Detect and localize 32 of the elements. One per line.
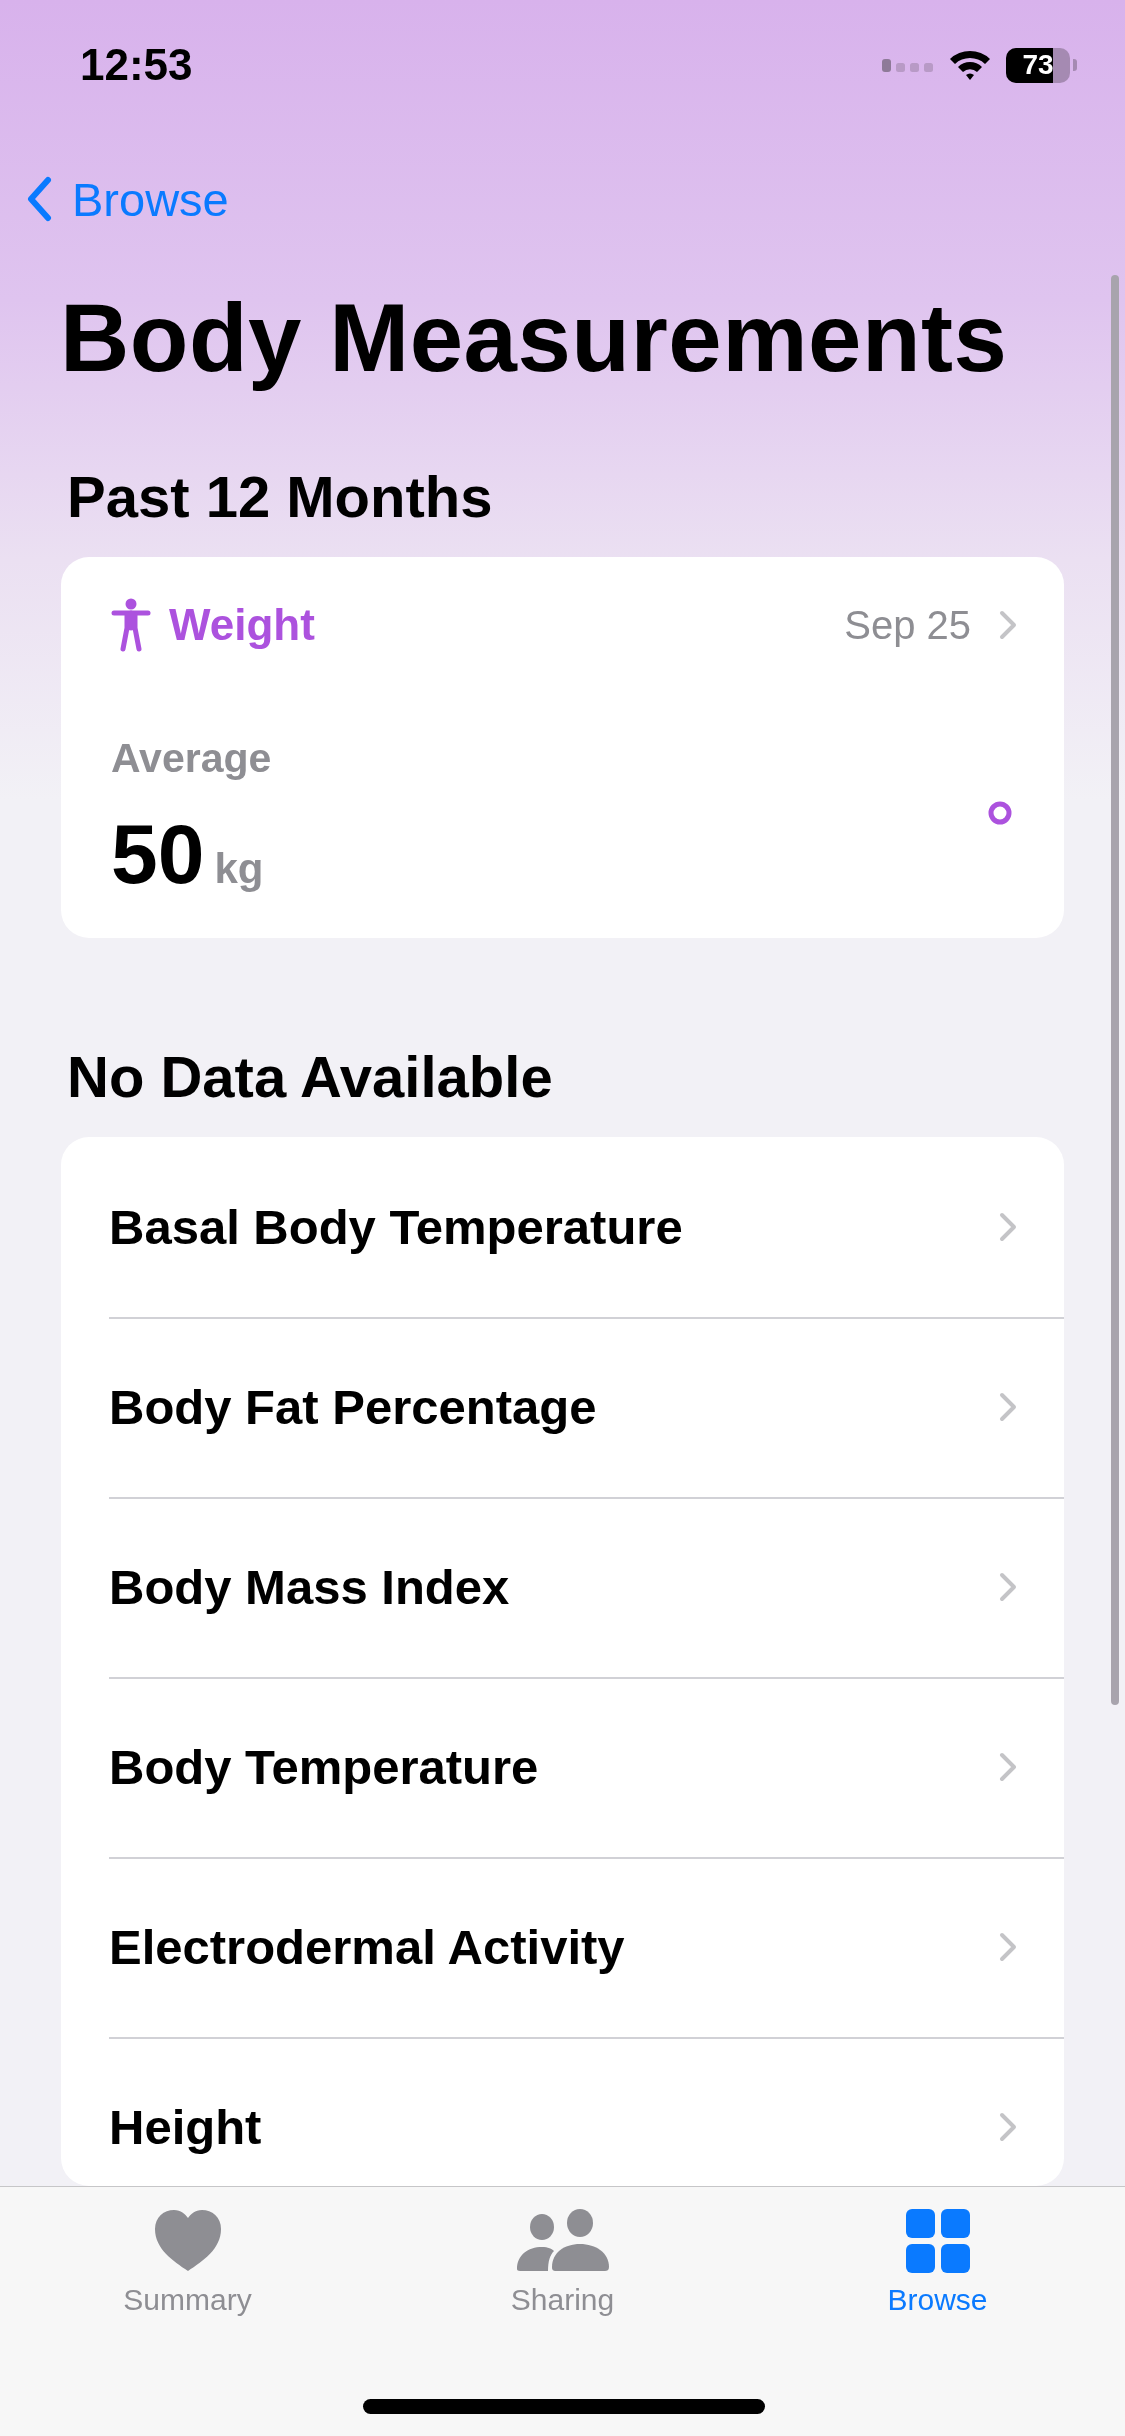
- chevron-icon: [999, 1572, 1017, 1602]
- list-item[interactable]: Body Mass Index: [61, 1497, 1064, 1677]
- list-item[interactable]: Basal Body Temperature: [61, 1137, 1064, 1317]
- chevron-icon: [999, 610, 1017, 640]
- stat-label: Average: [111, 734, 272, 782]
- heart-icon: [152, 2209, 223, 2273]
- chevron-icon: [999, 1212, 1017, 1242]
- grid-icon: [905, 2209, 970, 2273]
- wifi-icon: [948, 48, 992, 82]
- people-icon: [515, 2209, 610, 2273]
- list-item[interactable]: Body Temperature: [61, 1677, 1064, 1857]
- signal-icon: [882, 57, 934, 73]
- clock-time: 12:53: [80, 40, 193, 90]
- card-title: Weight: [169, 600, 315, 650]
- chevron-icon: [999, 1752, 1017, 1782]
- list-item[interactable]: Body Fat Percentage: [61, 1317, 1064, 1497]
- figure-icon: [111, 598, 151, 652]
- stat-unit: kg: [214, 845, 264, 893]
- chevron-icon: [999, 2111, 1017, 2142]
- tab[interactable]: Browse: [750, 2187, 1125, 2317]
- stat-value: 50: [111, 806, 205, 902]
- list-item[interactable]: Electrodermal Activity: [61, 1857, 1064, 2037]
- card-date: Sep 25: [844, 602, 971, 648]
- weight-card[interactable]: Weight Sep 25 Average 50 kg: [61, 557, 1064, 938]
- chevron-icon: [999, 1932, 1017, 1962]
- data-point-icon: [987, 800, 1013, 826]
- list-item[interactable]: Height: [61, 2037, 1064, 2186]
- page-title: Body Measurements: [59, 283, 1009, 393]
- section-heading: Past 12 Months: [66, 463, 494, 531]
- section-heading: No Data Available: [66, 1043, 554, 1111]
- back-chevron-icon: [26, 176, 52, 222]
- chevron-icon: [999, 1392, 1017, 1422]
